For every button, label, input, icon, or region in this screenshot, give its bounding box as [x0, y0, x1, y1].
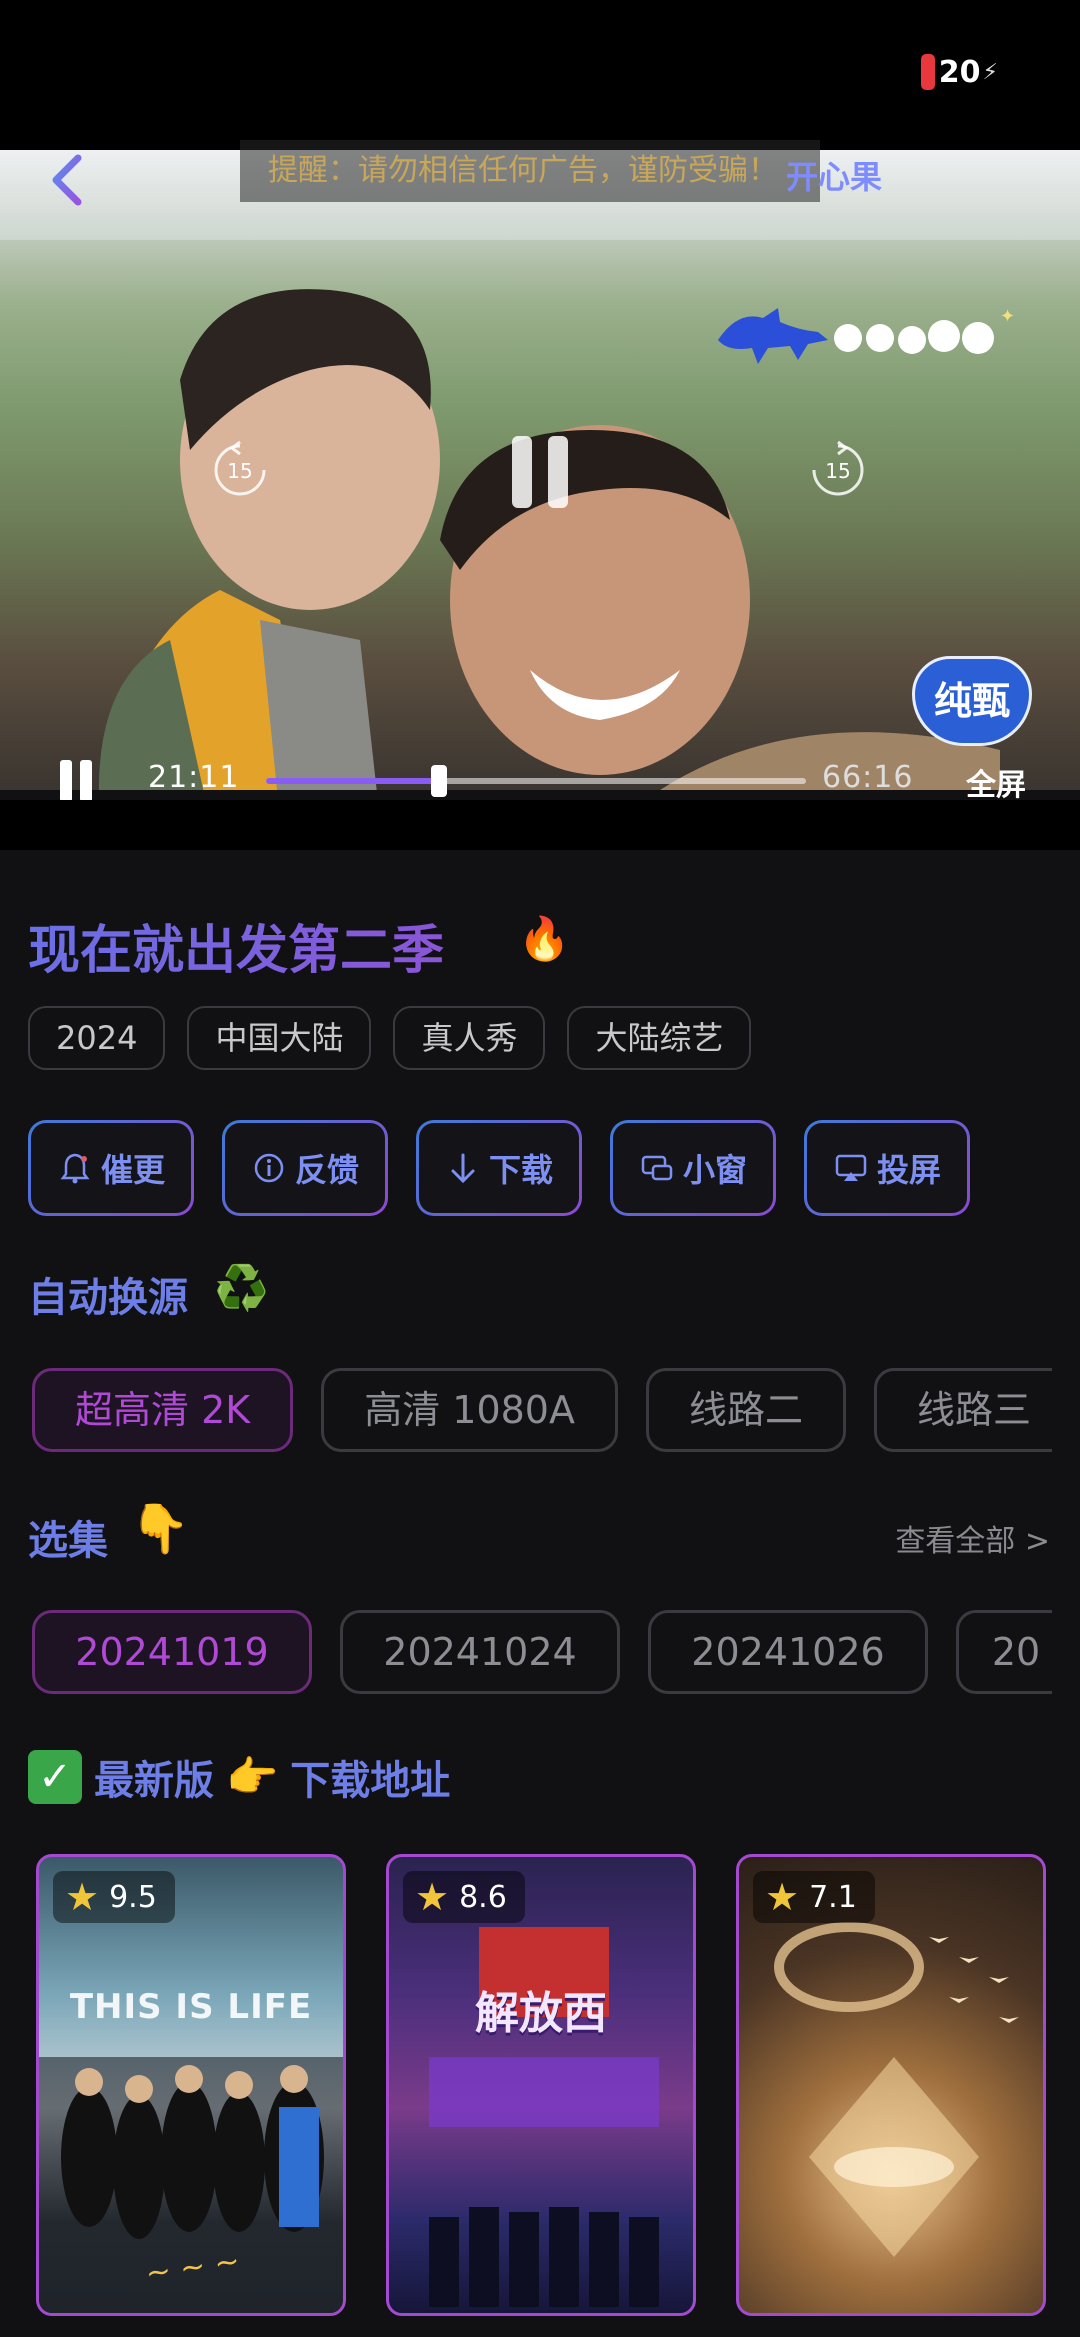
star-icon: ★ — [65, 1875, 100, 1919]
battery-level-mark — [920, 54, 935, 90]
sponsor-badge: 纯甄 — [912, 656, 1032, 746]
download-icon — [451, 1153, 475, 1184]
poster-artwork: ~ ~ ~ — [39, 2057, 343, 2313]
battery-level: 20 — [938, 54, 981, 90]
channel-logo-horse-icon: ✦ — [718, 306, 1015, 364]
tag-region: 中国大陆 — [187, 1006, 372, 1070]
remind-update-label: 催更 — [100, 1151, 165, 1189]
see-all-episodes-link[interactable]: 查看全部 > — [895, 1516, 1050, 1560]
episode-list: 20241019 20241024 20241026 20 — [32, 1610, 1052, 1694]
current-time: 21:11 — [148, 760, 240, 795]
progress-thumb[interactable] — [430, 765, 447, 797]
player-bottom-band — [0, 800, 1080, 850]
episode-item[interactable]: 20241026 — [648, 1610, 928, 1694]
battery-indicator: 20 ⚡ — [920, 52, 998, 92]
feedback-button[interactable]: 反馈 — [222, 1120, 388, 1216]
rating-value: 8.6 — [459, 1879, 507, 1915]
rating-badge: ★ 9.5 — [53, 1871, 175, 1923]
forward-seconds: 15 — [825, 459, 850, 483]
rating-badge: ★ 8.6 — [403, 1871, 525, 1923]
source-option-line-3[interactable]: 线路三 — [874, 1368, 1052, 1452]
episode-item[interactable]: 20241024 — [340, 1610, 620, 1694]
progress-bar[interactable] — [266, 765, 806, 797]
rating-value: 7.1 — [809, 1879, 857, 1915]
pip-label: 小窗 — [682, 1151, 747, 1189]
remind-update-button[interactable]: 催更 — [28, 1120, 194, 1216]
progress-fill — [266, 778, 439, 784]
action-bar: 催更 反馈 下载 小窗 投屏 — [28, 1120, 970, 1216]
source-option-1080a[interactable]: 高清 1080A — [321, 1368, 618, 1452]
total-time: 66:16 — [822, 760, 914, 795]
center-pause-button[interactable] — [512, 436, 570, 508]
download-button[interactable]: 下载 — [416, 1120, 582, 1216]
episodes-title: 选集 — [28, 1518, 108, 1564]
source-option-2k[interactable]: 超高清 2K — [32, 1368, 294, 1452]
recommendation-poster[interactable]: THIS IS LIFE ~ ~ ~ ★ 9.5 — [36, 1854, 346, 2316]
fullscreen-button[interactable]: 全屏 — [966, 760, 1026, 804]
rewind-seconds: 15 — [227, 459, 252, 483]
source-list: 超高清 2K 高清 1080A 线路二 线路三 — [32, 1368, 1052, 1452]
anti-scam-notice: 提醒：请勿相信任何广告，谨防受骗！ — [240, 140, 820, 202]
pointing-right-icon: 👉 — [226, 1752, 279, 1801]
tag-genre: 真人秀 — [393, 1006, 546, 1070]
episode-item[interactable]: 20241019 — [32, 1610, 312, 1694]
recommendation-poster[interactable]: ★ 7.1 — [736, 1854, 1046, 2316]
bell-icon — [60, 1153, 90, 1184]
pause-button[interactable] — [60, 760, 94, 802]
check-icon: ✓ — [28, 1750, 82, 1804]
show-tags: 2024 中国大陆 真人秀 大陆综艺 — [28, 1006, 752, 1070]
tag-category: 大陆综艺 — [567, 1006, 752, 1070]
cast-label: 投屏 — [876, 1151, 941, 1189]
info-icon — [254, 1153, 284, 1183]
back-arrow-icon[interactable] — [46, 150, 90, 210]
auto-switch-source-title: 自动换源 — [28, 1275, 188, 1321]
star-icon: ★ — [415, 1875, 450, 1919]
status-bar — [0, 0, 1080, 150]
rating-value: 9.5 — [109, 1879, 157, 1915]
picture-in-picture-button[interactable]: 小窗 — [610, 1120, 776, 1216]
feedback-label: 反馈 — [294, 1151, 359, 1189]
recommendation-list: THIS IS LIFE ~ ~ ~ ★ 9.5 解放西 ★ 8.6 ★ 7.1 — [36, 1854, 1046, 2316]
show-title: 现在就出发第二季 — [28, 908, 444, 983]
recommendation-poster[interactable]: 解放西 ★ 8.6 — [386, 1854, 696, 2316]
download-label: 下载 — [488, 1151, 553, 1189]
cast-icon — [835, 1154, 867, 1181]
hot-fire-icon: 🔥 — [518, 914, 571, 963]
source-name[interactable]: 开心果 — [786, 152, 882, 198]
rating-badge: ★ 7.1 — [753, 1871, 875, 1923]
forward-15-button[interactable]: 15 — [808, 440, 868, 500]
svg-text:✦: ✦ — [1000, 306, 1015, 327]
pause-bar-right — [548, 436, 568, 508]
episode-item[interactable]: 20 — [956, 1610, 1052, 1694]
charging-icon: ⚡ — [982, 59, 998, 85]
source-option-line-2[interactable]: 线路二 — [645, 1368, 846, 1452]
pause-bar-left — [512, 436, 532, 508]
pip-icon — [641, 1155, 673, 1181]
recycle-icon: ♻️ — [214, 1263, 269, 1314]
download-address-text: 下载地址 — [290, 1758, 451, 1804]
poster-artwork — [429, 1927, 659, 2307]
pointing-down-icon: 👇 — [130, 1501, 190, 1557]
video-frame-person-right — [440, 425, 1000, 790]
star-icon: ★ — [765, 1875, 800, 1919]
tag-year: 2024 — [28, 1006, 166, 1070]
pause-bar-left — [60, 760, 72, 802]
rewind-15-button[interactable]: 15 — [210, 440, 270, 500]
pause-bar-right — [80, 760, 92, 802]
poster-title: 解放西 — [475, 1988, 607, 2039]
download-link-row[interactable]: ✓ 最新版 👉 下载地址 — [28, 1748, 450, 1806]
latest-version-text: 最新版 — [94, 1758, 214, 1804]
cast-button[interactable]: 投屏 — [804, 1120, 970, 1216]
poster-artwork — [774, 1922, 1019, 2257]
